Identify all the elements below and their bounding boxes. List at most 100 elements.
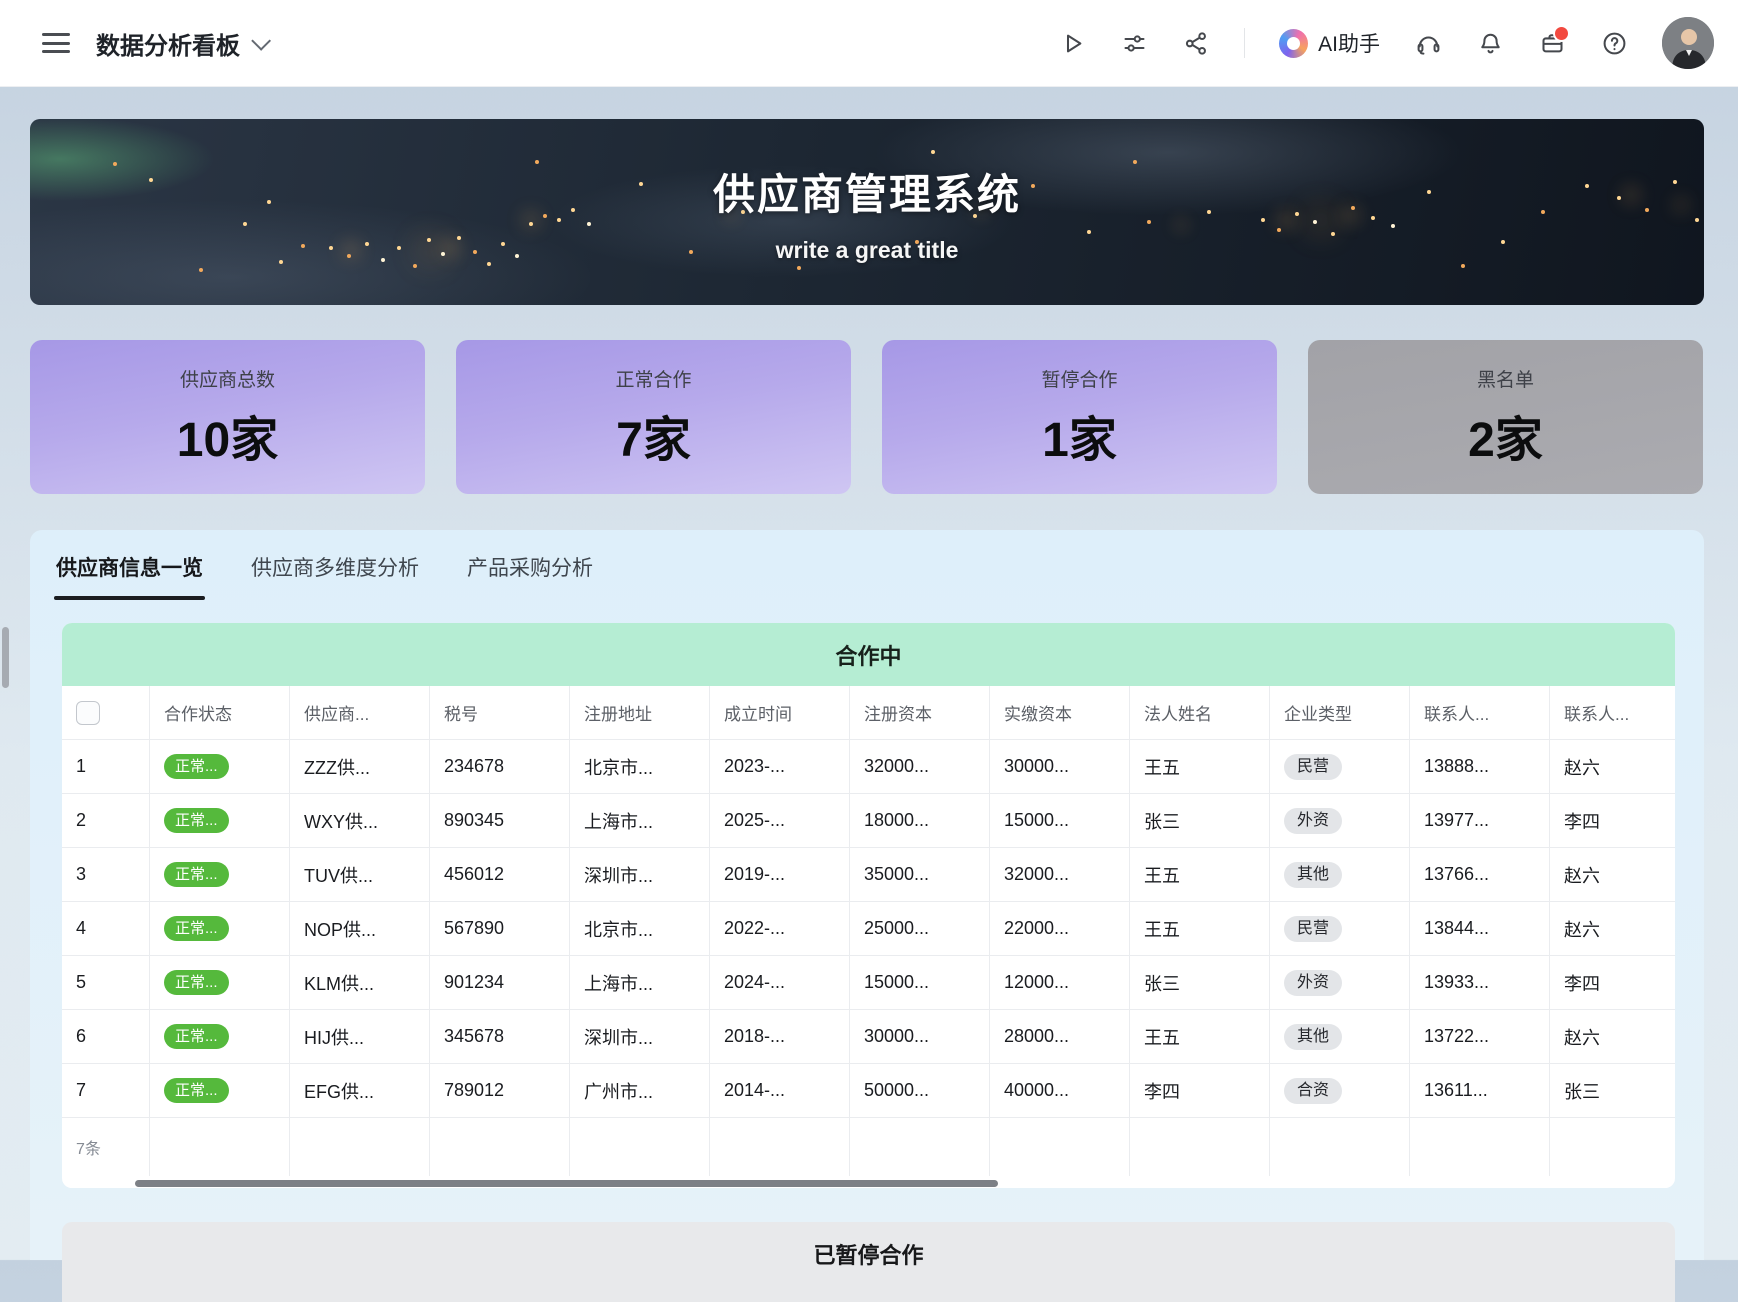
tab-supplier-analysis[interactable]: 供应商多维度分析 xyxy=(249,544,421,600)
ai-assistant-button[interactable]: AI助手 xyxy=(1279,28,1380,58)
table-footer-row: 7条 xyxy=(62,1118,1675,1177)
cell-reg_cap: 32000... xyxy=(850,740,990,794)
stat-label: 正常合作 xyxy=(615,365,691,392)
cell-contact: 赵六 xyxy=(1550,1010,1676,1064)
dashboard-block: 供应商信息一览 供应商多维度分析 产品采购分析 合作中 合作状态供应商...税号… xyxy=(30,530,1704,1260)
cell-paid_cap: 30000... xyxy=(990,740,1130,794)
cell-status: 正常... xyxy=(150,740,290,794)
table-row[interactable]: 6正常...HIJ供...345678深圳市...2018-...30000..… xyxy=(62,1010,1675,1064)
cell-status: 正常... xyxy=(150,902,290,956)
headset-support-button[interactable] xyxy=(1414,29,1442,57)
cell-phone: 13844... xyxy=(1410,902,1550,956)
horizontal-scrollbar xyxy=(62,1180,1675,1188)
horizontal-scrollbar-thumb[interactable] xyxy=(135,1180,998,1187)
column-header[interactable]: 企业类型 xyxy=(1270,686,1410,740)
cell-paid_cap: 28000... xyxy=(990,1010,1130,1064)
share-button[interactable] xyxy=(1182,29,1210,57)
cell-name: KLM供... xyxy=(290,956,430,1010)
hero-title: 供应商管理系统 xyxy=(30,161,1704,222)
cell-tax: 345678 xyxy=(430,1010,570,1064)
cell-tax: 890345 xyxy=(430,794,570,848)
column-header[interactable]: 供应商... xyxy=(290,686,430,740)
tab-supplier-overview[interactable]: 供应商信息一览 xyxy=(54,544,205,600)
company-type-pill: 外资 xyxy=(1284,808,1342,834)
stat-label: 供应商总数 xyxy=(180,365,275,392)
footer-empty-cell xyxy=(150,1118,290,1177)
ai-assistant-label: AI助手 xyxy=(1318,28,1380,58)
status-pill: 正常... xyxy=(164,1024,229,1049)
status-pill: 正常... xyxy=(164,916,229,941)
cell-founded: 2014-... xyxy=(710,1064,850,1118)
cell-company-type: 其他 xyxy=(1270,848,1410,902)
footer-empty-cell xyxy=(1130,1118,1270,1177)
cell-contact: 李四 xyxy=(1550,956,1676,1010)
cell-phone: 13766... xyxy=(1410,848,1550,902)
tab-procurement-analysis[interactable]: 产品采购分析 xyxy=(465,544,595,600)
cell-reg_cap: 30000... xyxy=(850,1010,990,1064)
stat-label: 黑名单 xyxy=(1477,365,1534,392)
cell-tax: 789012 xyxy=(430,1064,570,1118)
status-pill: 正常... xyxy=(164,862,229,887)
cell-contact: 赵六 xyxy=(1550,848,1676,902)
cell-legal: 王五 xyxy=(1130,1010,1270,1064)
table-row[interactable]: 7正常...EFG供...789012广州市...2014-...50000..… xyxy=(62,1064,1675,1118)
present-play-button[interactable] xyxy=(1058,29,1086,57)
cell-reg_cap: 25000... xyxy=(850,902,990,956)
column-header[interactable]: 注册资本 xyxy=(850,686,990,740)
company-type-pill: 其他 xyxy=(1284,862,1342,888)
column-header[interactable]: 税号 xyxy=(430,686,570,740)
cell-legal: 张三 xyxy=(1130,794,1270,848)
menu-icon[interactable] xyxy=(42,33,70,53)
dashboard-title-dropdown[interactable]: 数据分析看板 xyxy=(96,26,266,61)
status-pill: 正常... xyxy=(164,754,229,779)
column-header[interactable]: 联系人... xyxy=(1550,686,1676,740)
cell-legal: 李四 xyxy=(1130,1064,1270,1118)
cell-legal: 王五 xyxy=(1130,848,1270,902)
help-button[interactable] xyxy=(1600,29,1628,57)
column-header[interactable]: 成立时间 xyxy=(710,686,850,740)
cell-reg_cap: 50000... xyxy=(850,1064,990,1118)
footer-empty-cell xyxy=(1550,1118,1676,1177)
cell-founded: 2023-... xyxy=(710,740,850,794)
cell-company-type: 民营 xyxy=(1270,902,1410,956)
inbox-briefcase-button[interactable] xyxy=(1538,29,1566,57)
cell-phone: 13977... xyxy=(1410,794,1550,848)
table-row[interactable]: 1正常...ZZZ供...234678北京市...2023-...32000..… xyxy=(62,740,1675,794)
column-header[interactable]: 实缴资本 xyxy=(990,686,1130,740)
cell-legal: 王五 xyxy=(1130,902,1270,956)
cell-phone: 13933... xyxy=(1410,956,1550,1010)
cell-contact: 赵六 xyxy=(1550,902,1676,956)
page-vertical-scrollbar-thumb[interactable] xyxy=(2,627,9,688)
page-title: 数据分析看板 xyxy=(96,26,240,61)
cell-addr: 深圳市... xyxy=(570,848,710,902)
cell-paid_cap: 40000... xyxy=(990,1064,1130,1118)
select-all-cell xyxy=(62,686,150,740)
table-row[interactable]: 3正常...TUV供...456012深圳市...2019-...35000..… xyxy=(62,848,1675,902)
row-index: 1 xyxy=(62,740,150,794)
chevron-down-icon xyxy=(251,31,271,51)
cell-name: TUV供... xyxy=(290,848,430,902)
table-row[interactable]: 5正常...KLM供...901234上海市...2024-...15000..… xyxy=(62,956,1675,1010)
column-header[interactable]: 合作状态 xyxy=(150,686,290,740)
settings-sliders-button[interactable] xyxy=(1120,29,1148,57)
row-index: 6 xyxy=(62,1010,150,1064)
cell-addr: 深圳市... xyxy=(570,1010,710,1064)
stat-card-normal-cooperation: 正常合作 7家 xyxy=(456,340,851,494)
cell-reg_cap: 35000... xyxy=(850,848,990,902)
cell-addr: 北京市... xyxy=(570,902,710,956)
cell-founded: 2025-... xyxy=(710,794,850,848)
cell-status: 正常... xyxy=(150,848,290,902)
stat-card-paused-cooperation: 暂停合作 1家 xyxy=(882,340,1277,494)
select-all-checkbox[interactable] xyxy=(76,701,100,725)
user-avatar[interactable] xyxy=(1662,17,1714,69)
row-index: 2 xyxy=(62,794,150,848)
company-type-pill: 外资 xyxy=(1284,970,1342,996)
column-header[interactable]: 法人姓名 xyxy=(1130,686,1270,740)
cell-addr: 广州市... xyxy=(570,1064,710,1118)
table-row[interactable]: 4正常...NOP供...567890北京市...2022-...25000..… xyxy=(62,902,1675,956)
notifications-bell-button[interactable] xyxy=(1476,29,1504,57)
table-row[interactable]: 2正常...WXY供...890345上海市...2025-...18000..… xyxy=(62,794,1675,848)
column-header[interactable]: 注册地址 xyxy=(570,686,710,740)
column-header[interactable]: 联系人... xyxy=(1410,686,1550,740)
cell-status: 正常... xyxy=(150,794,290,848)
